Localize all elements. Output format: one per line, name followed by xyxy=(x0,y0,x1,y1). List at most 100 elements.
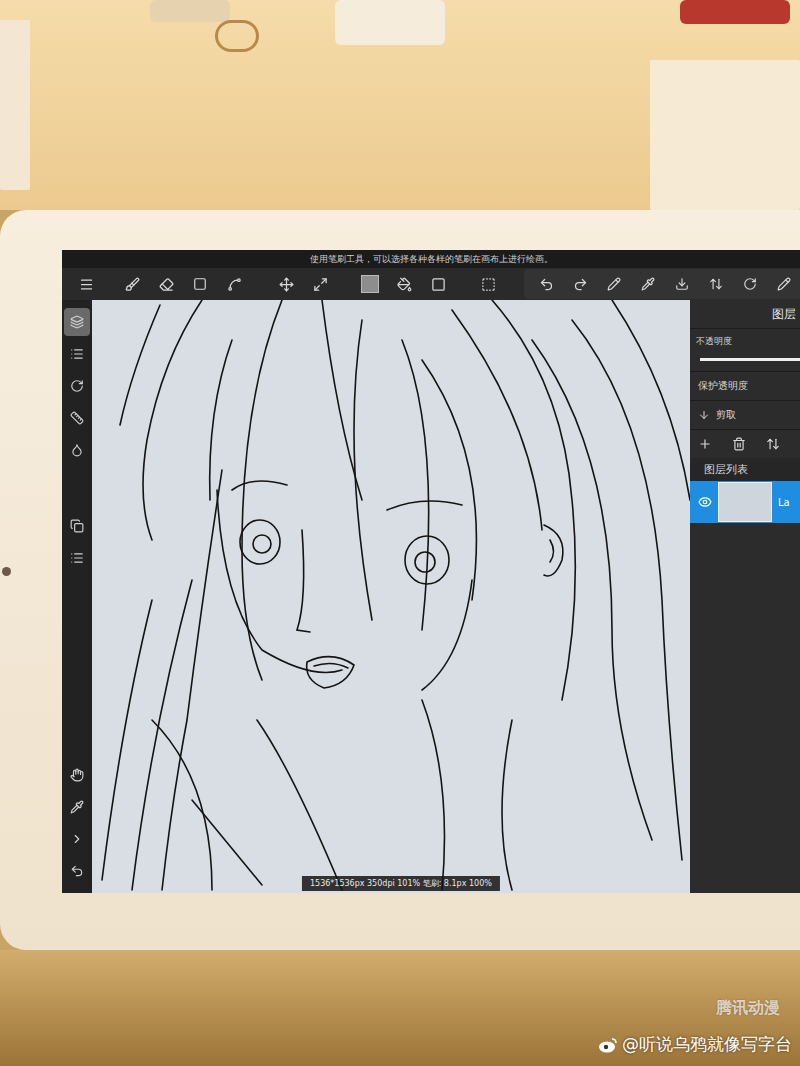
redo-button[interactable] xyxy=(564,269,596,299)
toy-car xyxy=(680,0,790,24)
selection-icon[interactable] xyxy=(481,277,496,292)
edit-icon[interactable] xyxy=(777,277,791,291)
swap-icon[interactable] xyxy=(70,519,84,533)
curve-icon[interactable] xyxy=(227,277,242,292)
fill-button[interactable] xyxy=(388,269,420,299)
tablet: 使用笔刷工具，可以选择各种各样的笔刷在画布上进行绘画。 1536*1536px 3… xyxy=(0,210,800,950)
ruler-icon[interactable] xyxy=(70,411,84,425)
side-tool[interactable] xyxy=(64,857,90,885)
canvas[interactable]: 1536*1536px 350dpi 101% 笔刷: 8.1px 100% xyxy=(92,300,690,893)
menu-button[interactable] xyxy=(70,269,102,299)
snap-icon[interactable] xyxy=(743,277,757,291)
bucket-icon[interactable] xyxy=(397,277,412,292)
pipette-icon[interactable] xyxy=(641,277,655,291)
move-button[interactable] xyxy=(270,269,302,299)
layer-name: La xyxy=(778,497,790,508)
redo-icon[interactable] xyxy=(573,277,588,292)
weibo-icon xyxy=(598,1037,618,1053)
layer-row[interactable]: La xyxy=(690,481,800,523)
side-tool[interactable] xyxy=(64,761,90,789)
side-tool[interactable] xyxy=(64,340,90,368)
photo: 使用笔刷工具，可以选择各种各样的笔刷在画布上进行绘画。 1536*1536px 3… xyxy=(0,0,800,1066)
eraser-button[interactable] xyxy=(150,269,182,299)
reorder-icon[interactable] xyxy=(766,437,780,451)
side-tool[interactable] xyxy=(64,308,90,336)
side-tool[interactable] xyxy=(64,825,90,853)
add-layer-icon[interactable] xyxy=(698,437,712,451)
hint-bar: 使用笔刷工具，可以选择各种各样的笔刷在画布上进行绘画。 xyxy=(62,250,800,268)
select-button[interactable] xyxy=(472,269,504,299)
eye-icon[interactable] xyxy=(698,495,712,509)
side-tool[interactable] xyxy=(64,436,90,464)
transform-button[interactable] xyxy=(304,269,336,299)
trash-icon[interactable] xyxy=(732,437,746,451)
side-tool[interactable] xyxy=(64,544,90,572)
line-art xyxy=(92,300,690,893)
list-icon[interactable] xyxy=(70,347,84,361)
pipette-icon[interactable] xyxy=(70,800,84,814)
side-tool[interactable] xyxy=(64,372,90,400)
bezel xyxy=(0,250,62,893)
gradient-icon[interactable] xyxy=(431,277,446,292)
flip-icon[interactable] xyxy=(709,277,723,291)
undo-icon[interactable] xyxy=(539,277,554,292)
logo: 腾讯动漫 xyxy=(716,998,780,1019)
color-button[interactable] xyxy=(354,269,386,299)
square-icon[interactable] xyxy=(193,277,207,291)
pen-icon[interactable] xyxy=(607,277,621,291)
pen-button[interactable] xyxy=(598,269,630,299)
status-bar: 1536*1536px 350dpi 101% 笔刷: 8.1px 100% xyxy=(302,876,500,891)
desk-object xyxy=(150,0,230,22)
side-tool[interactable] xyxy=(64,512,90,540)
undo-button[interactable] xyxy=(530,269,562,299)
menu-list-icon[interactable] xyxy=(70,551,84,565)
drop-icon[interactable] xyxy=(70,443,84,457)
white-box xyxy=(335,0,445,45)
watermark: @听说乌鸦就像写字台 xyxy=(598,1033,792,1056)
download-icon[interactable] xyxy=(675,277,689,291)
desk-bottom: 腾讯动漫 @听说乌鸦就像写字台 xyxy=(0,950,800,1066)
side-tool[interactable] xyxy=(64,793,90,821)
toolbar xyxy=(62,268,800,300)
color-swatch[interactable] xyxy=(361,275,379,293)
arrow-icon[interactable] xyxy=(70,832,84,846)
sub-toolbar xyxy=(524,269,800,299)
layer-thumbnail xyxy=(718,482,772,522)
flip-button[interactable] xyxy=(700,269,732,299)
clip-toggle[interactable]: 剪取 xyxy=(690,400,800,429)
app-screen: 使用笔刷工具，可以选择各种各样的笔刷在画布上进行绘画。 1536*1536px 3… xyxy=(62,250,800,893)
layer-panel: 图层不透明度保护透明度剪取图层列表 La xyxy=(690,300,800,893)
eraser-icon[interactable] xyxy=(159,277,174,292)
watermark-text: @听说乌鸦就像写字台 xyxy=(622,1033,792,1056)
hand-icon[interactable] xyxy=(70,768,84,782)
pipette-button[interactable] xyxy=(632,269,664,299)
panel-title: 图层 xyxy=(690,300,800,329)
protect-alpha-toggle[interactable]: 保护透明度 xyxy=(690,371,800,400)
brush-icon[interactable] xyxy=(125,277,140,292)
opacity-fill xyxy=(700,358,800,361)
snap-button[interactable] xyxy=(734,269,766,299)
gradient-button[interactable] xyxy=(422,269,454,299)
layer-actions xyxy=(690,429,800,458)
layer-list-label: 图层列表 xyxy=(690,458,800,481)
move-icon[interactable] xyxy=(279,277,294,292)
undo-icon[interactable] xyxy=(70,864,84,878)
camera xyxy=(2,567,11,576)
left-toolbar xyxy=(62,300,92,893)
desk xyxy=(0,0,800,210)
transform-icon[interactable] xyxy=(313,277,328,292)
side-tool[interactable] xyxy=(64,404,90,432)
brush-button[interactable] xyxy=(116,269,148,299)
opacity-label: 不透明度 xyxy=(690,329,800,350)
keyring xyxy=(215,20,259,52)
curve-button[interactable] xyxy=(218,269,250,299)
menu-icon[interactable] xyxy=(79,277,94,292)
import-button[interactable] xyxy=(666,269,698,299)
opacity-slider[interactable] xyxy=(700,358,800,361)
rect-button[interactable] xyxy=(184,269,216,299)
paper xyxy=(650,60,800,210)
layers-icon[interactable] xyxy=(70,315,84,329)
clip-icon xyxy=(698,409,710,421)
edit-button[interactable] xyxy=(768,269,800,299)
rotate-icon[interactable] xyxy=(70,379,84,393)
